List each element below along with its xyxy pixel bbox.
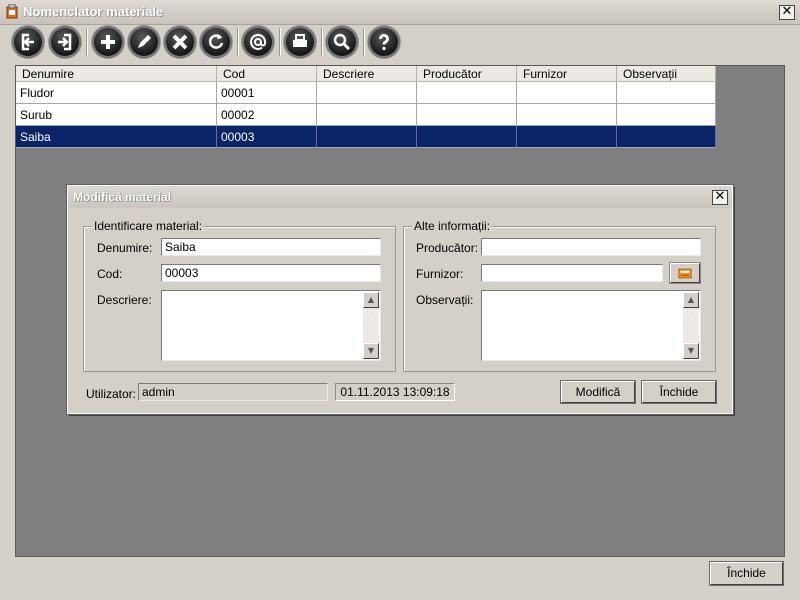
print-button[interactable] [284,26,316,58]
print-icon [293,34,307,47]
app-icon [6,4,18,19]
denumire-label: Denumire: [97,241,153,255]
column-header[interactable]: Furnizor [517,66,617,82]
datetime-display: 01.11.2013 13:09:18 [335,383,455,401]
scroll-up-icon[interactable]: ▲ [363,292,379,308]
descriere-textarea[interactable]: ▲ ▼ [161,290,381,361]
close-icon: ✕ [714,189,726,204]
furnizor-label: Furnizor: [416,267,464,281]
dialog-title: Modifică material [73,190,172,204]
modify-button[interactable]: Modifică [560,380,636,404]
scroll-down-icon[interactable]: ▼ [683,343,699,359]
toolbar-separator [321,28,323,56]
help-icon [379,33,389,51]
table-cell [517,82,617,104]
toolbar-separator [279,28,281,56]
table-cell [417,104,517,126]
delete-button[interactable] [164,26,196,58]
dialog-titlebar: Modifică material ✕ [68,186,732,208]
table-cell: 00003 [217,126,317,148]
close-icon: ✕ [781,4,793,19]
observatii-textarea[interactable]: ▲ ▼ [481,290,701,361]
exit-button[interactable] [12,26,44,58]
table-cell [417,82,517,104]
toolbar-separator [237,28,239,56]
toolbar [8,26,798,58]
delete-icon [172,34,188,50]
list-picker-icon [678,268,692,279]
enter-button[interactable] [49,26,81,58]
search-icon [333,33,351,51]
furnizor-field[interactable] [481,264,663,282]
table-cell [317,82,417,104]
add-icon [101,35,115,49]
column-header[interactable]: Descriere [317,66,417,82]
window-titlebar: Nomenclator materiale ✕ [0,0,800,25]
grid-header: Denumire Cod Descriere Producător Furniz… [16,66,716,82]
vertical-scrollbar[interactable]: ▲ ▼ [363,292,379,359]
email-icon [250,33,267,50]
observatii-label: Observații: [416,293,474,307]
modify-material-dialog: Modifică material ✕ Identificare materia… [66,184,734,415]
table-cell: 00001 [217,82,317,104]
table-row-selected[interactable]: Saiba 00003 [16,126,716,148]
producator-field[interactable] [481,238,701,256]
table-row[interactable]: Surub 00002 [16,104,716,126]
cod-label: Cod: [97,267,123,281]
column-header[interactable]: Cod [217,66,317,82]
denumire-field[interactable]: Saiba [161,238,381,256]
group-legend: Alte informații: [412,219,493,233]
email-button[interactable] [242,26,274,58]
descriere-label: Descriere: [97,293,152,307]
edit-icon [138,35,151,48]
column-header[interactable]: Observații [617,66,716,82]
dialog-close-button[interactable]: ✕ [712,190,728,205]
window-title: Nomenclator materiale [23,4,164,19]
scroll-down-icon[interactable]: ▼ [363,343,379,359]
group-legend: Identificare material: [92,219,205,233]
main-close-button[interactable]: Închide [709,561,784,586]
table-cell: Surub [16,104,217,126]
vertical-scrollbar[interactable]: ▲ ▼ [683,292,699,359]
search-button[interactable] [326,26,358,58]
exit-icon [21,33,34,51]
furnizor-picker-button[interactable] [669,262,701,284]
dialog-close-text-button[interactable]: Închide [641,380,717,404]
scroll-up-icon[interactable]: ▲ [683,292,699,308]
table-cell [617,126,716,148]
table-cell [517,104,617,126]
table-cell [317,104,417,126]
table-cell: Fludor [16,82,217,104]
table-cell [417,126,517,148]
help-button[interactable] [368,26,400,58]
toolbar-separator [363,28,365,56]
refresh-button[interactable] [200,26,232,58]
column-header[interactable]: Denumire [16,66,217,82]
user-label: Utilizator: [86,387,137,401]
add-button[interactable] [92,26,124,58]
refresh-icon [208,34,224,49]
table-cell: 00002 [217,104,317,126]
materials-grid[interactable]: Denumire Cod Descriere Producător Furniz… [16,66,716,148]
window-close-button[interactable]: ✕ [779,5,795,20]
enter-icon [58,33,72,51]
table-cell: Saiba [16,126,217,148]
table-cell [617,82,716,104]
column-header[interactable]: Producător [417,66,517,82]
edit-button[interactable] [128,26,160,58]
table-row[interactable]: Fludor 00001 [16,82,716,104]
table-cell [617,104,716,126]
table-cell [317,126,417,148]
producator-label: Producător: [416,241,479,255]
cod-field[interactable]: 00003 [161,264,381,282]
table-cell [517,126,617,148]
toolbar-separator [86,28,88,56]
user-field: admin [138,383,328,401]
